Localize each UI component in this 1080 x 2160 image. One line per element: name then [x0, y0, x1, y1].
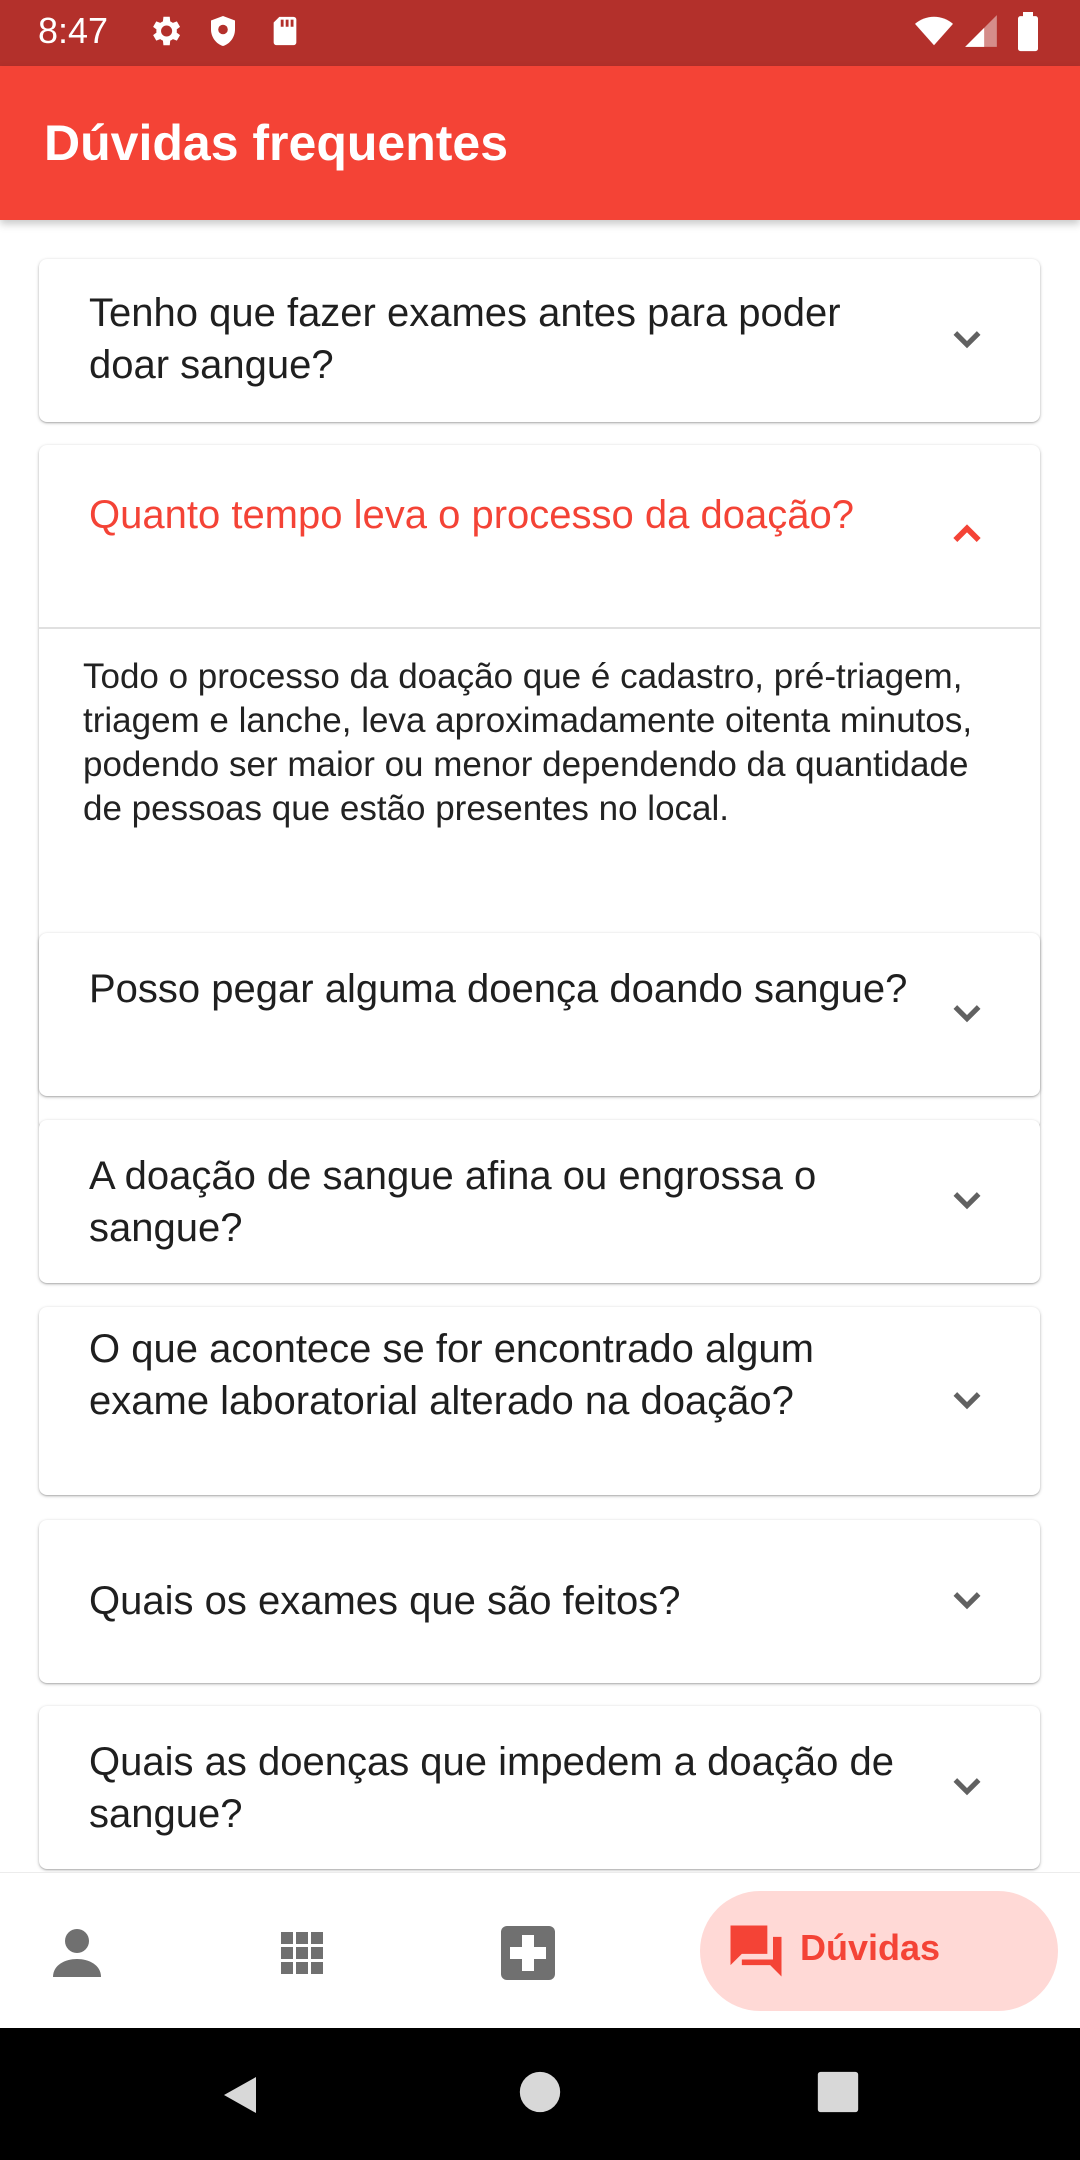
chevron-down-icon[interactable] — [939, 1759, 995, 1815]
signal-icon — [962, 12, 1000, 55]
faq-question-header[interactable]: O que acontece se for encontrado algum e… — [39, 1307, 1040, 1495]
faq-question-text: Posso pegar alguma doença doando sangue? — [89, 967, 908, 1011]
sd-card-icon — [268, 12, 302, 55]
faq-question-text: Quais as doenças que impedem a doação de… — [89, 1740, 894, 1836]
faq-question-header[interactable]: Quais as doenças que impedem a doação de… — [39, 1706, 1040, 1869]
app-bar: Dúvidas frequentes — [0, 66, 1080, 220]
recents-icon[interactable] — [816, 2070, 860, 2114]
page-title: Dúvidas frequentes — [44, 115, 509, 171]
chevron-down-icon[interactable] — [939, 1173, 995, 1229]
forum-icon — [730, 1925, 782, 1977]
wifi-icon — [912, 12, 956, 55]
faq-item[interactable]: Posso pegar alguma doença doando sangue? — [39, 933, 1040, 1096]
nav-item-profile[interactable] — [41, 1917, 113, 1989]
chevron-up-icon[interactable] — [939, 505, 995, 561]
chevron-down-icon[interactable] — [939, 1373, 995, 1429]
bottom-navigation: Dúvidas — [0, 1872, 1080, 2029]
nav-item-apps[interactable] — [266, 1917, 338, 1989]
faq-question-text: Quanto tempo leva o processo da doação? — [89, 493, 854, 537]
faq-item[interactable]: Quais os exames que são feitos? — [39, 1520, 1040, 1683]
medical-cross-icon — [501, 1926, 555, 1980]
home-icon[interactable] — [518, 2070, 562, 2114]
nav-item-duvidas[interactable]: Dúvidas — [700, 1891, 1058, 2011]
person-icon — [53, 1929, 101, 1977]
chevron-down-icon[interactable] — [939, 986, 995, 1042]
faq-question-text: O que acontece se for encontrado algum e… — [89, 1327, 814, 1423]
faq-question-header[interactable]: Quais os exames que são feitos? — [39, 1520, 1040, 1683]
status-bar: 8:47 — [0, 0, 1080, 66]
faq-item[interactable]: A doação de sangue afina ou engrossa o s… — [39, 1120, 1040, 1283]
back-icon[interactable] — [216, 2070, 264, 2120]
chevron-down-icon[interactable] — [939, 1573, 995, 1629]
faq-question-header[interactable]: Quanto tempo leva o processo da doação? — [39, 445, 1040, 627]
faq-question-text: A doação de sangue afina ou engrossa o s… — [89, 1154, 817, 1250]
faq-item[interactable]: O que acontece se for encontrado algum e… — [39, 1307, 1040, 1495]
faq-question-header[interactable]: Posso pegar alguma doença doando sangue? — [39, 933, 1040, 1096]
nav-item-medical[interactable] — [492, 1917, 564, 1989]
system-navigation-bar — [0, 2028, 1080, 2160]
chevron-down-icon[interactable] — [939, 312, 995, 368]
faq-item[interactable]: Tenho que fazer exames antes para poder … — [39, 259, 1040, 422]
divider — [39, 627, 1040, 629]
faq-item[interactable]: Quais as doenças que impedem a doação de… — [39, 1706, 1040, 1869]
shield-icon — [205, 12, 241, 55]
faq-answer-text: Todo o processo da doação que é cadastro… — [83, 657, 973, 828]
faq-question-header[interactable]: A doação de sangue afina ou engrossa o s… — [39, 1120, 1040, 1283]
faq-question-header[interactable]: Tenho que fazer exames antes para poder … — [39, 259, 1040, 422]
nav-item-label: Dúvidas — [800, 1927, 941, 1968]
status-time: 8:47 — [38, 10, 109, 51]
faq-list[interactable]: Tenho que fazer exames antes para poder … — [0, 220, 1080, 1872]
gear-icon — [146, 12, 184, 55]
battery-icon — [1015, 12, 1041, 57]
faq-question-text: Tenho que fazer exames antes para poder … — [89, 291, 841, 387]
apps-grid-icon — [281, 1932, 323, 1974]
faq-question-text: Quais os exames que são feitos? — [89, 1579, 681, 1623]
